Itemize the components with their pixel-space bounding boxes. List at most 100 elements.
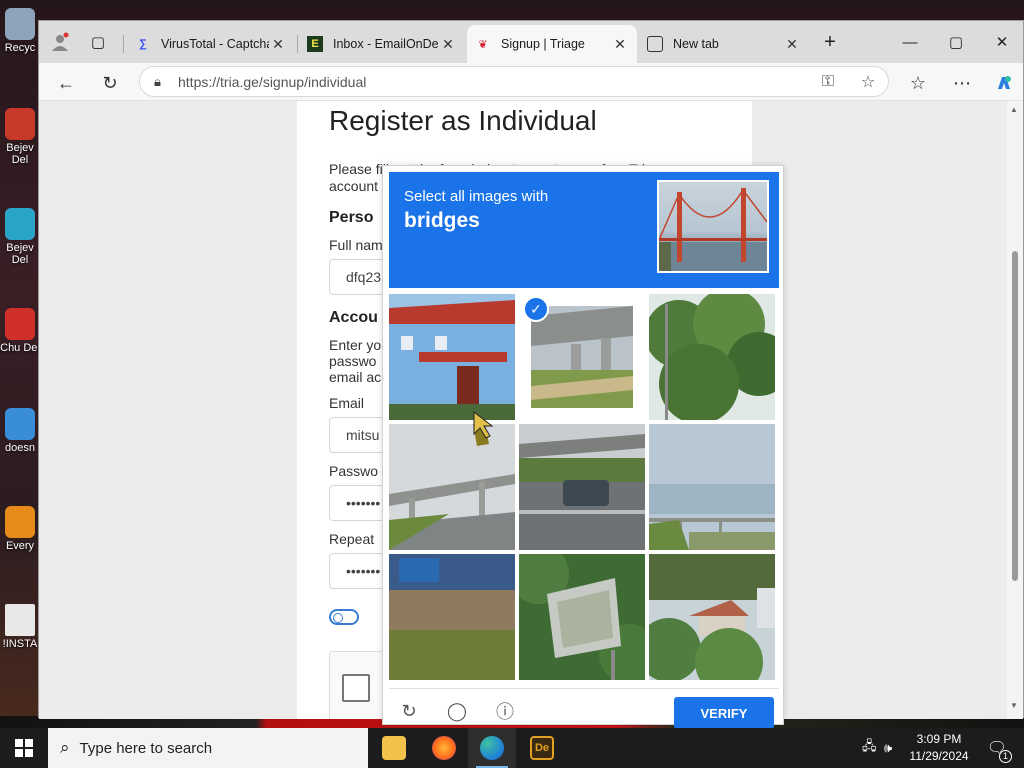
- desktop-icon-everything[interactable]: Every: [0, 506, 40, 552]
- hcaptcha-widget[interactable]: [329, 651, 389, 719]
- emailondeck-icon: E: [307, 36, 323, 52]
- favorites-icon[interactable]: ☆: [903, 68, 933, 98]
- captcha-tile-9[interactable]: [649, 554, 775, 680]
- refresh-challenge-icon[interactable]: ↻: [395, 697, 423, 725]
- captcha-tile-3[interactable]: [649, 294, 775, 420]
- bejeweled-icon: [5, 208, 35, 240]
- close-tab-icon[interactable]: ✕: [611, 36, 629, 53]
- more-menu-icon[interactable]: ⋯: [947, 68, 977, 98]
- notification-center-icon[interactable]: 🗨︎ 1: [984, 728, 1012, 768]
- scroll-up-icon[interactable]: ▲: [1010, 105, 1018, 114]
- search-icon: ⌕: [60, 738, 70, 757]
- document-icon: [5, 604, 35, 636]
- terms-toggle[interactable]: [329, 609, 359, 625]
- app-taskbar-button[interactable]: De: [518, 728, 566, 768]
- captcha-challenge: Select all images with bridges ✓ ↻ ◯ ⓘ V…: [382, 165, 784, 729]
- close-window-icon[interactable]: ✕: [979, 27, 1024, 57]
- close-tab-icon[interactable]: ✕: [783, 36, 801, 53]
- page-title: Register as Individual: [329, 105, 597, 136]
- taskbar: ⌕ Type here to search De 🖧︎ 🕪︎ 3:09 PM 1…: [0, 728, 1024, 768]
- desktop-icon-label: Bejev Del: [6, 242, 34, 266]
- info-icon[interactable]: ⓘ: [491, 697, 519, 725]
- captcha-tile-image: [531, 306, 633, 408]
- firefox-icon: [432, 736, 456, 760]
- desktop-icon-install[interactable]: !INSTA: [0, 604, 40, 650]
- minimize-icon[interactable]: —: [887, 27, 933, 57]
- desktop-icon-label: Recyc: [4, 42, 36, 54]
- de-app-icon: De: [530, 736, 554, 760]
- copilot-icon[interactable]: [989, 68, 1019, 98]
- tab-new-tab[interactable]: New tab ✕: [639, 25, 809, 63]
- hcaptcha-checkbox[interactable]: [342, 674, 370, 702]
- network-icon[interactable]: 🖧︎: [862, 728, 877, 768]
- close-tab-icon[interactable]: ✕: [439, 36, 457, 53]
- triage-icon: ❦: [478, 38, 488, 51]
- tab-title: New tab: [673, 37, 719, 51]
- volume-icon[interactable]: 🕪︎: [884, 728, 892, 768]
- account-instructions: Enter yo passwo email ac: [329, 337, 382, 385]
- favorite-star-icon[interactable]: ☆: [848, 72, 888, 92]
- recycle-bin-icon: [5, 8, 35, 40]
- desktop-icon-bejeweled-2[interactable]: Bejev Del: [0, 208, 40, 266]
- captcha-tile-2[interactable]: ✓: [519, 294, 645, 420]
- captcha-prompt-header: Select all images with bridges: [389, 172, 779, 288]
- tab-separator: [123, 35, 124, 53]
- page-scrollbar[interactable]: ▲ ▼: [1007, 101, 1023, 719]
- virustotal-icon: ∑: [139, 38, 147, 50]
- edge-icon: [480, 736, 504, 760]
- scroll-down-icon[interactable]: ▼: [1010, 701, 1018, 710]
- taskbar-search-box[interactable]: ⌕ Type here to search: [48, 728, 368, 768]
- tab-emailondeck[interactable]: E Inbox - EmailOnDeck ✕: [299, 25, 465, 63]
- captcha-prompt-text: Select all images with: [404, 188, 549, 205]
- firefox-taskbar-button[interactable]: [420, 728, 468, 768]
- selected-checkmark-icon: ✓: [523, 296, 549, 322]
- desktop-icon-label: !INSTA: [2, 638, 38, 650]
- password-key-icon[interactable]: ⚿: [808, 73, 848, 91]
- verify-button[interactable]: VERIFY: [674, 697, 774, 729]
- tab-title: VirusTotal - Captcha: [161, 37, 269, 51]
- lock-icon: 🔒︎: [154, 73, 161, 89]
- tab-actions-icon[interactable]: ▢: [85, 29, 111, 55]
- tab-virustotal[interactable]: ∑ VirusTotal - Captcha ✕: [127, 25, 295, 63]
- clock-date: 11/29/2024: [909, 749, 969, 763]
- captcha-tile-1[interactable]: [389, 294, 515, 420]
- address-bar[interactable]: 🔒︎ https://tria.ge/signup/individual ⚿ ☆: [139, 66, 889, 97]
- tab-triage[interactable]: ❦ Signup | Triage ✕: [467, 25, 637, 63]
- tab-bar: ▢ ∑ VirusTotal - Captcha ✕ E Inbox - Ema…: [39, 21, 1023, 63]
- captcha-tile-8[interactable]: [519, 554, 645, 680]
- captcha-tile-5[interactable]: [519, 424, 645, 550]
- desktop-icon-doesnt[interactable]: doesn: [0, 408, 40, 454]
- close-tab-icon[interactable]: ✕: [269, 36, 287, 53]
- refresh-icon[interactable]: ↻: [95, 68, 125, 98]
- scrollbar-thumb[interactable]: [1012, 251, 1018, 581]
- notification-badge: 1: [999, 750, 1012, 763]
- captcha-footer: ↻ ◯ ⓘ VERIFY: [389, 688, 779, 729]
- profile-avatar-icon[interactable]: [47, 29, 73, 55]
- newtab-icon: [647, 36, 663, 52]
- captcha-image-grid: ✓: [389, 294, 779, 684]
- windows-start-icon[interactable]: [0, 728, 48, 768]
- tab-title: Inbox - EmailOnDeck: [333, 37, 439, 51]
- edge-taskbar-button[interactable]: [468, 728, 516, 768]
- language-icon[interactable]: ◯: [443, 697, 471, 725]
- sample-bridge-image: [657, 180, 769, 273]
- url-text[interactable]: https://tria.ge/signup/individual: [178, 74, 808, 90]
- desktop-icon-recycle-bin[interactable]: Recyc: [0, 8, 40, 54]
- tab-separator: [297, 35, 298, 53]
- file-explorer-taskbar-button[interactable]: [370, 728, 418, 768]
- desktop-icon-label: doesn: [5, 442, 35, 454]
- captcha-tile-4[interactable]: [389, 424, 515, 550]
- desktop-icon-label: Chu Del: [0, 342, 40, 354]
- maximize-icon[interactable]: ▢: [933, 27, 979, 57]
- new-tab-plus-icon[interactable]: +: [817, 29, 843, 55]
- captcha-tile-6[interactable]: [649, 424, 775, 550]
- back-arrow-icon[interactable]: ←: [51, 68, 81, 98]
- browser-toolbar: ← ↻ 🔒︎ https://tria.ge/signup/individual…: [39, 63, 1023, 101]
- captcha-tile-7[interactable]: [389, 554, 515, 680]
- search-placeholder: Type here to search: [79, 739, 213, 757]
- captcha-target-word: bridges: [404, 209, 480, 232]
- desktop-icon-bejeweled-1[interactable]: Bejev Del: [0, 108, 40, 166]
- folder-icon: [382, 736, 406, 760]
- system-clock[interactable]: 3:09 PM 11/29/2024: [900, 731, 978, 765]
- desktop-icon-chuzzle[interactable]: Chu Del: [0, 308, 40, 354]
